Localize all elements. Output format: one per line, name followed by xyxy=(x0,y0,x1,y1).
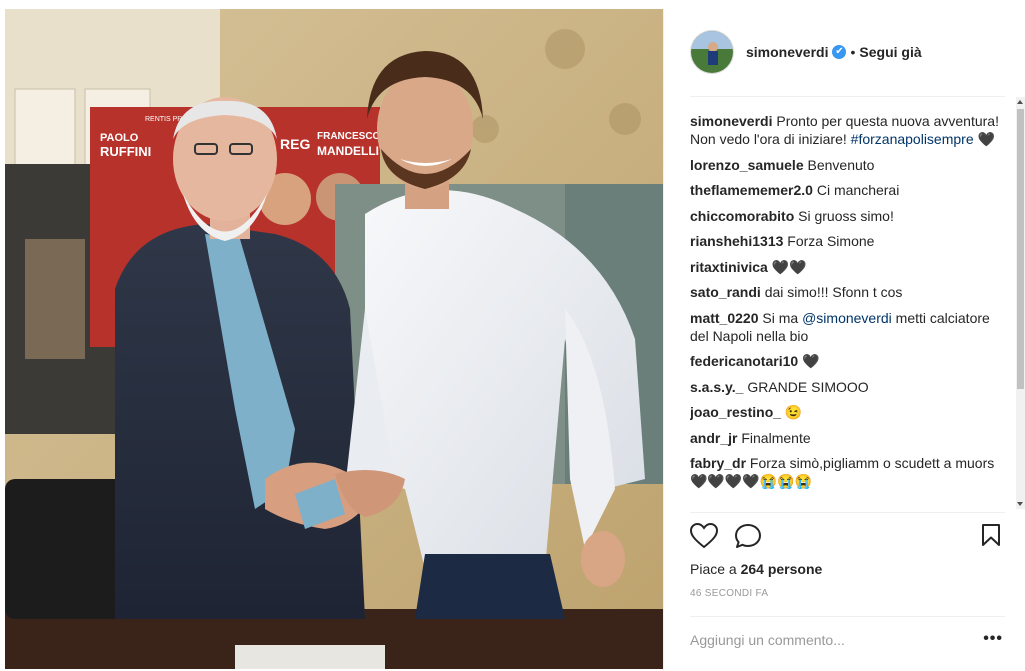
comment-text: Si ma xyxy=(762,309,799,326)
add-comment-input[interactable] xyxy=(690,629,960,651)
post-image: RENTIS PRESENTANO PAOLO RUFFINI REG FRAN… xyxy=(5,9,663,669)
likes-number: 264 xyxy=(740,561,764,577)
comment: rianshehi1313 Forza Simone xyxy=(690,232,1006,250)
divider xyxy=(690,512,1005,513)
separator-dot: • xyxy=(850,44,856,60)
comment-text: Finalmente xyxy=(741,429,811,446)
comment-username[interactable]: lorenzo_samuele xyxy=(690,157,804,173)
divider xyxy=(690,96,1005,97)
post-details-panel: simoneverdi ✔ • Segui già simoneverdi Pr… xyxy=(663,9,1025,671)
more-options-icon[interactable]: ••• xyxy=(983,631,1003,647)
heart-icon[interactable] xyxy=(689,522,719,554)
divider xyxy=(690,616,1005,617)
comment-username[interactable]: sato_randi xyxy=(690,284,761,300)
svg-text:RUFFINI: RUFFINI xyxy=(100,144,151,159)
comment: ritaxtinivica 🖤🖤 xyxy=(690,258,1006,276)
following-button[interactable]: Segui già xyxy=(859,44,921,60)
hashtag-link[interactable]: #forzanapolisempre xyxy=(851,131,974,147)
comment: fabry_dr Forza simò,pigliamm o scudett a… xyxy=(690,454,1006,490)
comment-username[interactable]: joao_restino_ xyxy=(690,404,781,420)
comment-text: 🖤🖤 xyxy=(771,258,807,275)
comment: matt_0220 Si ma @simoneverdi metti calci… xyxy=(690,309,1006,345)
comments-scrollbar[interactable] xyxy=(1016,97,1025,509)
bookmark-icon[interactable] xyxy=(981,523,1001,552)
comment-text: dai simo!!! Sfonn t cos xyxy=(764,284,903,300)
post-photo[interactable]: RENTIS PRESENTANO PAOLO RUFFINI REG FRAN… xyxy=(5,9,663,669)
mention-link[interactable]: @simoneverdi xyxy=(802,310,892,326)
svg-text:FRANCESCO: FRANCESCO xyxy=(317,131,381,142)
comment-text: Si gruoss simo! xyxy=(798,207,894,224)
comment: andr_jr Finalmente xyxy=(690,429,1006,447)
post-header: simoneverdi ✔ • Segui già xyxy=(690,29,1005,75)
comment-text: Forza Simone xyxy=(787,233,875,249)
likes-count[interactable]: Piace a 264 persone xyxy=(690,561,822,577)
avatar[interactable] xyxy=(690,30,734,74)
likes-prefix: Piace a xyxy=(690,561,737,577)
comment: lorenzo_samuele Benvenuto xyxy=(690,156,1006,174)
comments-list[interactable]: simoneverdi Pronto per questa nuova avve… xyxy=(690,112,1006,512)
scroll-thumb[interactable] xyxy=(1017,109,1024,389)
comment-username[interactable]: andr_jr xyxy=(690,430,737,446)
comment-username[interactable]: federicanotari10 xyxy=(690,353,798,369)
comment: theflamememer2.0 Ci mancherai xyxy=(690,181,1006,199)
comment-text: Ci mancherai xyxy=(816,182,900,198)
comment: sato_randi dai simo!!! Sfonn t cos xyxy=(690,283,1006,301)
comment-username[interactable]: matt_0220 xyxy=(690,310,759,326)
svg-text:REG: REG xyxy=(280,136,310,152)
comment-text: Benvenuto xyxy=(807,156,875,173)
comment-text: 🖤 xyxy=(802,353,820,369)
comment-text: GRANDE SIMOOO xyxy=(747,378,869,395)
scroll-up-arrow-icon[interactable] xyxy=(1017,100,1023,104)
comment: chiccomorabito Si gruoss simo! xyxy=(690,207,1006,225)
svg-text:MANDELLI: MANDELLI xyxy=(317,144,379,158)
comment-username[interactable]: s.a.s.y._ xyxy=(690,379,743,395)
comment-username[interactable]: fabry_dr xyxy=(690,455,746,471)
comment-username[interactable]: ritaxtinivica xyxy=(690,259,768,275)
comment-username[interactable]: chiccomorabito xyxy=(690,208,794,224)
comment-username[interactable]: rianshehi1313 xyxy=(690,233,783,249)
comment: joao_restino_ 😉 xyxy=(690,403,1006,421)
likes-suffix: persone xyxy=(767,561,823,577)
comment-username[interactable]: simoneverdi xyxy=(690,113,772,129)
caption: simoneverdi Pronto per questa nuova avve… xyxy=(690,112,1006,148)
svg-text:PAOLO: PAOLO xyxy=(100,132,139,144)
comment-username[interactable]: theflamememer2.0 xyxy=(690,182,813,198)
action-bar xyxy=(689,521,1005,554)
comment: s.a.s.y._ GRANDE SIMOOO xyxy=(690,378,1006,396)
comment-text: 😉 xyxy=(784,404,803,420)
verified-badge-icon: ✔ xyxy=(832,45,847,59)
comment: federicanotari10 🖤 xyxy=(690,352,1006,370)
heart-emoji: 🖤 xyxy=(977,131,995,147)
username-link[interactable]: simoneverdi xyxy=(746,44,828,60)
scroll-down-arrow-icon[interactable] xyxy=(1017,502,1023,506)
comment-icon[interactable] xyxy=(734,523,762,554)
timestamp[interactable]: 46 SECONDI FA xyxy=(690,588,768,599)
